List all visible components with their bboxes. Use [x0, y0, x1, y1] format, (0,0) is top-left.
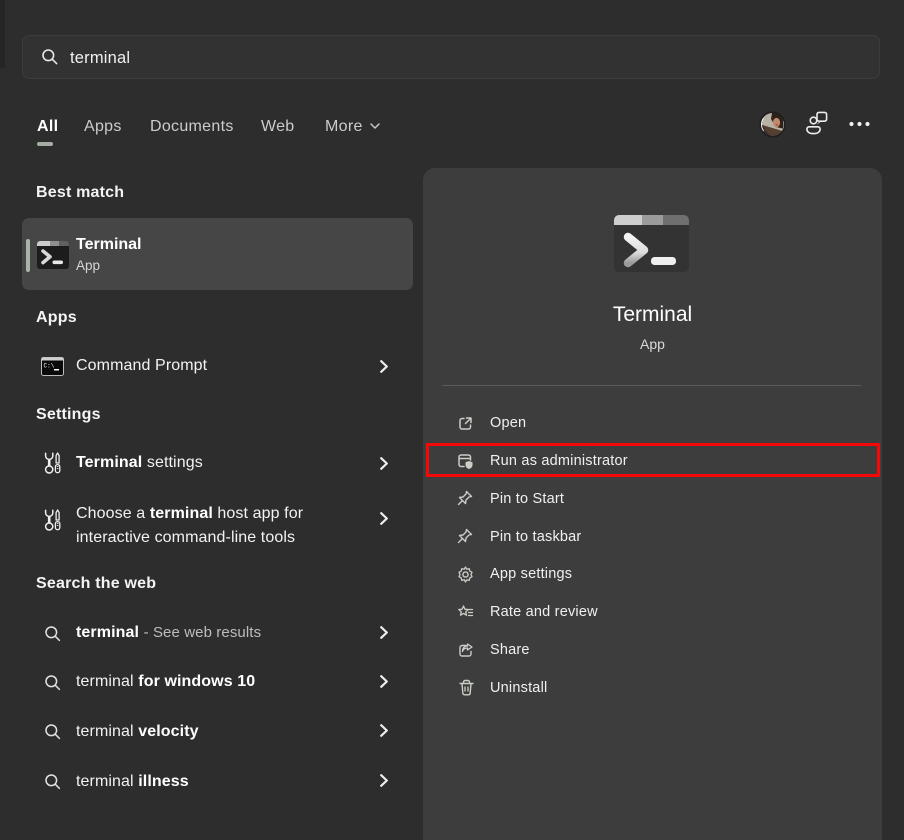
svg-text:C:\: C:\	[44, 363, 55, 370]
